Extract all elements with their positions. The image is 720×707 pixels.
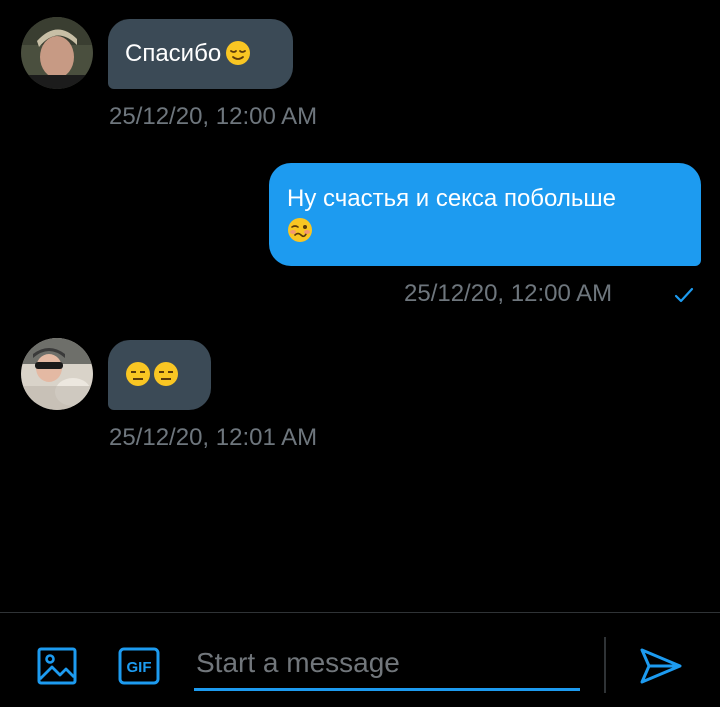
relieved-face-emoji (225, 40, 251, 66)
expressionless-face-emoji (153, 361, 179, 387)
message-bubble-incoming[interactable]: Спасибо (108, 19, 293, 89)
gif-label: GIF (127, 659, 152, 676)
checkmark-icon (673, 284, 695, 311)
message-input[interactable] (194, 643, 580, 691)
image-icon[interactable] (37, 646, 77, 691)
woozy-face-emoji (287, 217, 313, 243)
sender-avatar[interactable] (21, 338, 93, 410)
message-composer: GIF (0, 612, 720, 707)
message-bubble-outgoing[interactable]: Ну счастья и секса побольше (269, 163, 701, 266)
expressionless-face-emoji (125, 361, 151, 387)
gif-icon[interactable]: GIF (118, 647, 160, 690)
message-timestamp: 25/12/20, 12:01 AM (109, 424, 318, 451)
composer-divider (604, 637, 606, 693)
message-timestamp: 25/12/20, 12:00 AM (109, 103, 318, 130)
message-text: Спасибо (125, 40, 222, 67)
sender-avatar[interactable] (21, 17, 93, 89)
message-bubble-incoming[interactable] (108, 340, 211, 410)
send-icon[interactable] (639, 646, 683, 691)
message-timestamp: 25/12/20, 12:00 AM (404, 280, 613, 307)
message-text: Ну счастья и секса побольше (287, 185, 616, 212)
